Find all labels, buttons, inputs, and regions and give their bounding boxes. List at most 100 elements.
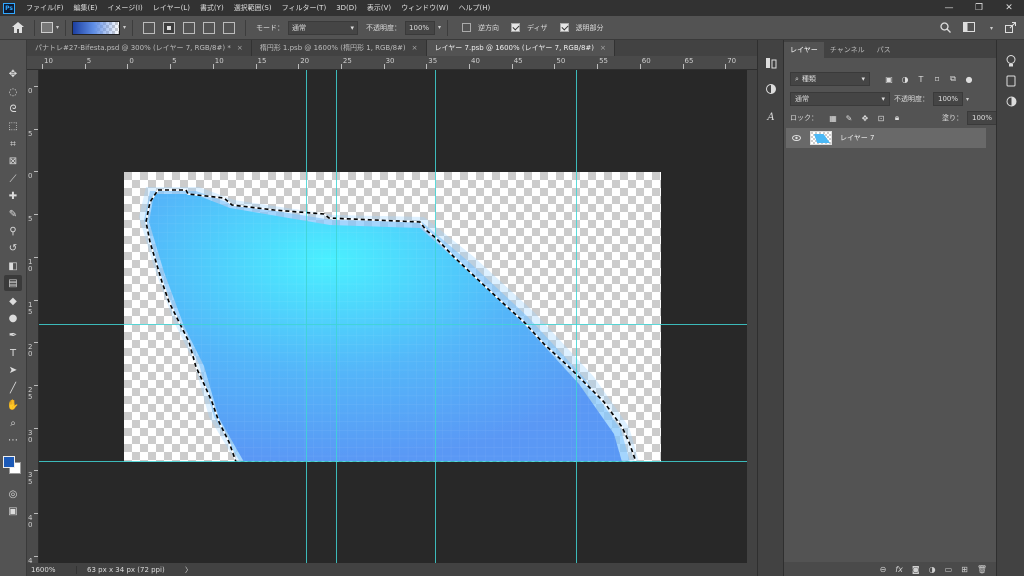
new-layer-icon[interactable]: ⊞ xyxy=(961,565,968,574)
vertical-guide[interactable] xyxy=(336,70,337,563)
eyedropper-tool-icon[interactable]: ⟋ xyxy=(4,171,22,187)
eraser-tool-icon[interactable]: ◧ xyxy=(4,258,22,274)
vertical-guide[interactable] xyxy=(576,70,577,563)
layer-filter-select[interactable]: ⌕ 種類 ▾ xyxy=(790,72,870,86)
history-brush-tool-icon[interactable]: ↺ xyxy=(4,240,22,256)
mode-select[interactable]: 通常 ▾ xyxy=(288,20,359,35)
tab-channels[interactable]: チャンネル xyxy=(824,42,871,58)
radial-gradient-button[interactable] xyxy=(163,21,176,34)
quick-select-tool-icon[interactable]: ⬚ xyxy=(4,118,22,134)
horizontal-guide[interactable] xyxy=(39,324,747,325)
link-icon[interactable]: ⊖ xyxy=(880,565,887,574)
canvas-area[interactable] xyxy=(39,70,747,563)
lock-transparent-icon[interactable]: ▦ xyxy=(828,113,838,123)
linear-gradient-button[interactable] xyxy=(143,21,156,34)
healing-tool-icon[interactable]: ✚ xyxy=(4,188,22,204)
tab-document-3[interactable]: レイヤー 7.psb @ 1600% (レイヤー 7, RGB/8#) × xyxy=(426,40,615,56)
brush-tool-icon[interactable]: ✎ xyxy=(4,206,22,222)
transparency-checkbox[interactable] xyxy=(559,23,569,32)
angle-gradient-button[interactable] xyxy=(183,21,196,34)
menu-item-help[interactable]: ヘルプ(H) xyxy=(454,3,496,13)
menu-item-view[interactable]: 表示(V) xyxy=(362,3,396,13)
mask-icon[interactable]: ◙ xyxy=(912,565,920,574)
diamond-gradient-button[interactable] xyxy=(223,21,236,34)
fx-icon[interactable]: fx xyxy=(895,565,903,574)
filter-type-icon[interactable]: T xyxy=(916,74,926,84)
screen-mode-icon[interactable]: ▣ xyxy=(4,503,22,519)
zoom-level[interactable]: 1600% xyxy=(27,565,77,574)
close-icon[interactable]: × xyxy=(600,44,606,52)
chevron-down-icon[interactable]: ▾ xyxy=(966,96,969,103)
close-button[interactable]: ✕ xyxy=(994,0,1024,16)
search-icon[interactable] xyxy=(940,21,951,35)
path-select-tool-icon[interactable]: ➤ xyxy=(4,362,22,378)
vertical-ruler[interactable]: 05051 01 52 02 53 03 54 04 xyxy=(27,70,39,564)
chevron-down-icon[interactable]: ▾ xyxy=(990,25,993,32)
lock-all-icon[interactable]: 🔒︎ xyxy=(892,113,902,123)
frame-tool-icon[interactable]: ⊠ xyxy=(4,153,22,169)
learn-icon[interactable] xyxy=(1004,54,1018,68)
gradient-tool-icon[interactable]: ▤ xyxy=(4,275,22,291)
character-icon[interactable]: A xyxy=(764,110,778,124)
vertical-guide[interactable] xyxy=(435,70,436,563)
status-menu-arrow[interactable]: 〉 xyxy=(185,565,192,575)
tool-preset-icon[interactable] xyxy=(41,22,53,33)
blend-mode-select[interactable]: 通常 ▾ xyxy=(790,92,890,106)
filter-shape-icon[interactable]: ⌑ xyxy=(932,74,942,84)
hand-tool-icon[interactable]: ✋ xyxy=(4,397,22,413)
pen-tool-icon[interactable]: ✒ xyxy=(4,327,22,343)
chevron-down-icon[interactable]: ▾ xyxy=(438,24,441,31)
horizontal-ruler[interactable]: 10 5 0 5 10 15 20 25 30 35 40 45 50 55 60 65 70 xyxy=(27,56,757,70)
filter-toggle-icon[interactable]: ● xyxy=(964,74,974,84)
reverse-checkbox[interactable] xyxy=(462,23,472,32)
folder-icon[interactable]: ▭ xyxy=(945,565,953,574)
home-icon[interactable] xyxy=(8,18,28,38)
stamp-tool-icon[interactable]: ⚲ xyxy=(4,223,22,239)
restore-button[interactable]: ❐ xyxy=(964,0,994,16)
filter-adjustment-icon[interactable]: ◑ xyxy=(900,74,910,84)
filter-smartobject-icon[interactable]: ⧉ xyxy=(948,74,958,84)
filter-pixel-icon[interactable]: ▣ xyxy=(884,74,894,84)
adjustments-panel-icon[interactable] xyxy=(1004,94,1018,108)
line-tool-icon[interactable]: ╱ xyxy=(4,380,22,396)
libraries-icon[interactable] xyxy=(1004,74,1018,88)
tab-paths[interactable]: パス xyxy=(871,42,897,58)
lasso-tool-icon[interactable]: ᘓ xyxy=(4,101,22,117)
blur-tool-icon[interactable]: ◆ xyxy=(4,293,22,309)
vertical-guide[interactable] xyxy=(306,70,307,563)
trash-icon[interactable]: 🗑︎ xyxy=(977,565,987,574)
quick-mask-icon[interactable]: ◎ xyxy=(4,486,22,502)
tab-layers[interactable]: レイヤー xyxy=(784,42,824,58)
gradient-picker[interactable] xyxy=(72,20,121,35)
adjustments-icon[interactable] xyxy=(764,82,778,96)
more-tools-icon[interactable]: ⋯ xyxy=(4,432,22,448)
layer-opacity-input[interactable]: 100% xyxy=(933,92,963,106)
document-canvas[interactable] xyxy=(124,172,661,462)
close-icon[interactable]: × xyxy=(412,44,418,52)
reflected-gradient-button[interactable] xyxy=(203,21,216,34)
chevron-down-icon[interactable]: ▾ xyxy=(123,24,126,31)
tab-document-2[interactable]: 楕円形 1.psb @ 1600% (楕円形 1, RGB/8#) × xyxy=(252,40,427,56)
lock-pixels-icon[interactable]: ✎ xyxy=(844,113,854,123)
vertical-scrollbar[interactable] xyxy=(747,70,757,563)
adjustment-layer-icon[interactable]: ◑ xyxy=(929,565,936,574)
type-tool-icon[interactable]: T xyxy=(4,345,22,361)
history-icon[interactable] xyxy=(764,56,778,70)
menu-item-image[interactable]: イメージ(I) xyxy=(102,3,147,13)
dither-checkbox[interactable] xyxy=(511,23,521,32)
menu-item-type[interactable]: 書式(Y) xyxy=(195,3,229,13)
workspace-icon[interactable] xyxy=(962,22,975,34)
fill-input[interactable]: 100% xyxy=(967,111,997,125)
menu-item-layer[interactable]: レイヤー(L) xyxy=(148,3,195,13)
lock-position-icon[interactable]: ✥ xyxy=(860,113,870,123)
minimize-button[interactable]: — xyxy=(934,0,964,16)
chevron-down-icon[interactable]: ▾ xyxy=(56,24,59,31)
menu-item-3d[interactable]: 3D(D) xyxy=(331,4,362,12)
layer-item[interactable]: レイヤー 7 xyxy=(786,128,986,148)
menu-item-filter[interactable]: フィルター(T) xyxy=(277,3,332,13)
menu-item-window[interactable]: ウィンドウ(W) xyxy=(396,3,453,13)
marquee-tool-icon[interactable]: ◌ xyxy=(4,84,22,100)
share-icon[interactable] xyxy=(1005,21,1016,35)
dodge-tool-icon[interactable]: ● xyxy=(4,310,22,326)
close-icon[interactable]: × xyxy=(237,44,243,52)
